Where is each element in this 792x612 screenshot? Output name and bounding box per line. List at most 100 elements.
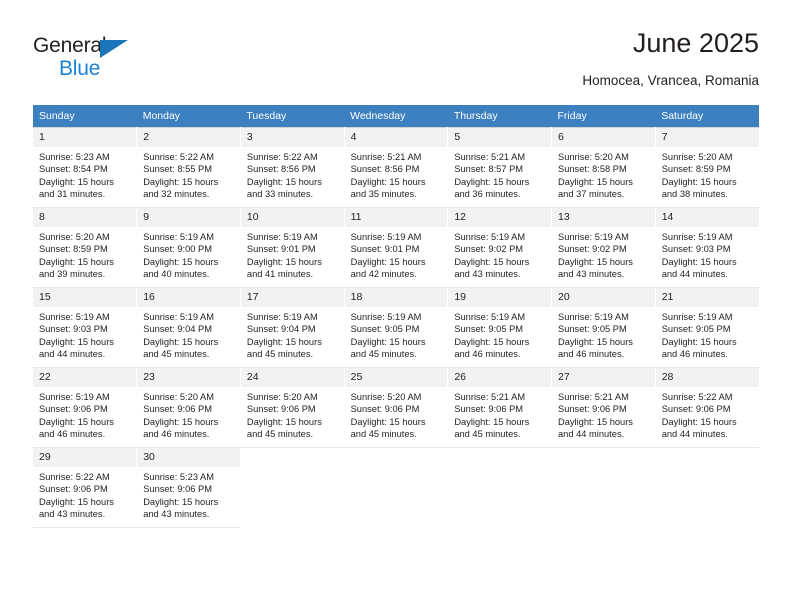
day-number: 17: [240, 288, 344, 307]
day-sun-info: Sunrise: 5:19 AM Sunset: 9:05 PM Daylight:…: [448, 307, 551, 361]
calendar-day-cell[interactable]: 4 Sunrise: 5:21 AM Sunset: 8:56 PM Daylight…: [344, 127, 449, 208]
day-number: 5: [448, 128, 552, 147]
calendar-day-cell[interactable]: 21 Sunrise: 5:19 AM Sunset: 9:05 PM Dayligh…: [655, 287, 759, 368]
weekday-header-tuesday: Tuesday: [240, 105, 345, 128]
day-sun-info: Sunrise: 5:19 AM Sunset: 9:01 PM Daylight:…: [345, 227, 448, 281]
day-sun-info: Sunrise: 5:20 AM Sunset: 9:06 PM Daylight:…: [345, 387, 448, 441]
day-number: 19: [448, 288, 552, 307]
day-sun-info: Sunrise: 5:19 AM Sunset: 9:02 PM Daylight:…: [552, 227, 655, 281]
daylight-duration-line1: Daylight: 15 hours: [39, 256, 114, 267]
day-number: 30: [137, 448, 240, 467]
calendar-day-cell[interactable]: 17 Sunrise: 5:19 AM Sunset: 9:04 PM Dayligh…: [240, 287, 345, 368]
daylight-duration-line1: Daylight: 15 hours: [143, 416, 219, 427]
daylight-duration-line2: and 45 minutes.: [143, 349, 210, 360]
calendar-day-cell[interactable]: 29 Sunrise: 5:22 AM Sunset: 9:06 PM Dayligh…: [33, 447, 138, 528]
day-number: 29: [33, 448, 137, 467]
weekday-header-thursday: Thursday: [447, 105, 552, 128]
sunset-time: Sunset: 8:59 PM: [39, 244, 108, 255]
daylight-duration-line1: Daylight: 15 hours: [143, 256, 219, 267]
day-number: [241, 448, 344, 456]
calendar-day-cell[interactable]: 22 Sunrise: 5:19 AM Sunset: 9:06 PM Dayligh…: [33, 367, 138, 448]
day-sun-info: Sunrise: 5:19 AM Sunset: 9:00 PM Daylight:…: [137, 227, 240, 281]
weekday-header-row: Sunday Monday Tuesday Wednesday Thursday…: [33, 105, 759, 128]
calendar-day-cell[interactable]: 11 Sunrise: 5:19 AM Sunset: 9:01 PM Dayligh…: [344, 207, 449, 288]
daylight-duration-line1: Daylight: 15 hours: [454, 176, 530, 187]
day-number: 14: [655, 208, 759, 227]
day-number: 18: [344, 288, 448, 307]
day-number: [345, 448, 448, 456]
day-sun-info: Sunrise: 5:19 AM Sunset: 9:04 PM Daylight:…: [241, 307, 344, 361]
calendar-day-cell[interactable]: 10 Sunrise: 5:19 AM Sunset: 9:01 PM Dayligh…: [240, 207, 345, 288]
calendar-day-cell[interactable]: 25 Sunrise: 5:20 AM Sunset: 9:06 PM Dayligh…: [344, 367, 449, 448]
daylight-duration-line2: and 31 minutes.: [39, 189, 106, 200]
daylight-duration-line1: Daylight: 15 hours: [350, 256, 426, 267]
daylight-duration-line2: and 43 minutes.: [143, 509, 210, 520]
sunrise-time: Sunrise: 5:19 AM: [661, 312, 733, 322]
calendar-day-cell[interactable]: 5 Sunrise: 5:21 AM Sunset: 8:57 PM Daylight…: [447, 127, 553, 208]
calendar-day-cell-empty: [344, 447, 449, 528]
sunrise-time: Sunrise: 5:19 AM: [39, 312, 110, 322]
sunrise-time: Sunrise: 5:22 AM: [246, 152, 318, 162]
daylight-duration-line1: Daylight: 15 hours: [661, 256, 737, 267]
sunset-time: Sunset: 9:05 PM: [454, 324, 524, 335]
calendar-day-cell[interactable]: 30 Sunrise: 5:23 AM Sunset: 9:06 PM Dayligh…: [136, 447, 241, 528]
day-sun-info: Sunrise: 5:21 AM Sunset: 8:56 PM Daylight:…: [345, 147, 448, 201]
daylight-duration-line2: and 43 minutes.: [454, 269, 521, 280]
calendar-day-cell[interactable]: 15 Sunrise: 5:19 AM Sunset: 9:03 PM Dayligh…: [33, 287, 138, 368]
weekday-header-friday: Friday: [551, 105, 656, 128]
day-sun-info: Sunrise: 5:20 AM Sunset: 8:59 PM Daylight:…: [33, 227, 136, 281]
sunset-time: Sunset: 8:58 PM: [558, 164, 627, 175]
calendar-day-cell[interactable]: 12 Sunrise: 5:19 AM Sunset: 9:02 PM Dayligh…: [447, 207, 553, 288]
day-sun-info: Sunrise: 5:23 AM Sunset: 9:06 PM Daylight:…: [137, 467, 240, 521]
calendar-day-cell[interactable]: 20 Sunrise: 5:19 AM Sunset: 9:05 PM Dayligh…: [551, 287, 656, 368]
calendar-day-cell[interactable]: 3 Sunrise: 5:22 AM Sunset: 8:56 PM Daylight…: [240, 127, 345, 208]
day-number: 12: [448, 208, 552, 227]
day-number: 24: [240, 368, 344, 387]
page-title: June 2025: [632, 28, 759, 58]
sunrise-time: Sunrise: 5:19 AM: [454, 312, 526, 322]
calendar-day-cell[interactable]: 16 Sunrise: 5:19 AM Sunset: 9:04 PM Dayligh…: [136, 287, 241, 368]
calendar-day-cell[interactable]: 8 Sunrise: 5:20 AM Sunset: 8:59 PM Daylight…: [33, 207, 138, 288]
calendar-day-cell-empty: [655, 447, 759, 528]
daylight-duration-line2: and 45 minutes.: [246, 349, 314, 360]
day-sun-info: Sunrise: 5:19 AM Sunset: 9:05 PM Daylight:…: [345, 307, 448, 361]
daylight-duration-line2: and 33 minutes.: [246, 189, 314, 200]
sunset-time: Sunset: 9:06 PM: [39, 484, 108, 495]
daylight-duration-line1: Daylight: 15 hours: [661, 416, 737, 427]
day-number: 27: [552, 368, 655, 387]
calendar-day-cell[interactable]: 28 Sunrise: 5:22 AM Sunset: 9:06 PM Dayligh…: [655, 367, 759, 448]
calendar-day-cell[interactable]: 27 Sunrise: 5:21 AM Sunset: 9:06 PM Dayligh…: [551, 367, 656, 448]
calendar-day-cell[interactable]: 23 Sunrise: 5:20 AM Sunset: 9:06 PM Dayligh…: [136, 367, 241, 448]
day-number: 28: [655, 368, 759, 387]
calendar-day-cell[interactable]: 26 Sunrise: 5:21 AM Sunset: 9:06 PM Dayligh…: [447, 367, 553, 448]
sunset-time: Sunset: 9:06 PM: [143, 404, 212, 415]
daylight-duration-line2: and 41 minutes.: [246, 269, 314, 280]
calendar-day-cell[interactable]: 18 Sunrise: 5:19 AM Sunset: 9:05 PM Dayligh…: [344, 287, 449, 368]
calendar-day-cell[interactable]: 14 Sunrise: 5:19 AM Sunset: 9:03 PM Dayligh…: [655, 207, 759, 288]
sunrise-time: Sunrise: 5:20 AM: [143, 392, 215, 402]
daylight-duration-line2: and 37 minutes.: [558, 189, 625, 200]
sunrise-time: Sunrise: 5:21 AM: [350, 152, 422, 162]
sunset-time: Sunset: 8:59 PM: [661, 164, 731, 175]
sunrise-time: Sunrise: 5:19 AM: [350, 312, 422, 322]
sunrise-time: Sunrise: 5:20 AM: [558, 152, 629, 162]
sunrise-time: Sunrise: 5:20 AM: [661, 152, 733, 162]
day-sun-info: Sunrise: 5:19 AM Sunset: 9:03 PM Daylight:…: [33, 307, 136, 361]
calendar-day-cell[interactable]: 6 Sunrise: 5:20 AM Sunset: 8:58 PM Daylight…: [551, 127, 656, 208]
calendar-day-cell[interactable]: 13 Sunrise: 5:19 AM Sunset: 9:02 PM Dayligh…: [551, 207, 656, 288]
calendar-day-cell[interactable]: 19 Sunrise: 5:19 AM Sunset: 9:05 PM Dayligh…: [447, 287, 553, 368]
day-sun-info: Sunrise: 5:20 AM Sunset: 8:58 PM Daylight:…: [552, 147, 655, 201]
day-number: 4: [344, 128, 448, 147]
calendar-week-row: 1 Sunrise: 5:23 AM Sunset: 8:54 PM Daylight…: [33, 127, 759, 208]
calendar-day-cell[interactable]: 2 Sunrise: 5:22 AM Sunset: 8:55 PM Daylight…: [136, 127, 241, 208]
calendar-day-cell[interactable]: 7 Sunrise: 5:20 AM Sunset: 8:59 PM Daylight…: [655, 127, 759, 208]
daylight-duration-line1: Daylight: 15 hours: [558, 176, 633, 187]
calendar-day-cell[interactable]: 1 Sunrise: 5:23 AM Sunset: 8:54 PM Daylight…: [33, 127, 138, 208]
calendar-day-cell[interactable]: 24 Sunrise: 5:20 AM Sunset: 9:06 PM Dayligh…: [240, 367, 345, 448]
calendar-day-cell[interactable]: 9 Sunrise: 5:19 AM Sunset: 9:00 PM Daylight…: [136, 207, 241, 288]
daylight-duration-line2: and 42 minutes.: [350, 269, 417, 280]
day-number: 2: [137, 128, 240, 147]
day-number: 13: [552, 208, 655, 227]
sunset-time: Sunset: 8:56 PM: [246, 164, 316, 175]
calendar-body: 1 Sunrise: 5:23 AM Sunset: 8:54 PM Daylight…: [33, 127, 759, 528]
